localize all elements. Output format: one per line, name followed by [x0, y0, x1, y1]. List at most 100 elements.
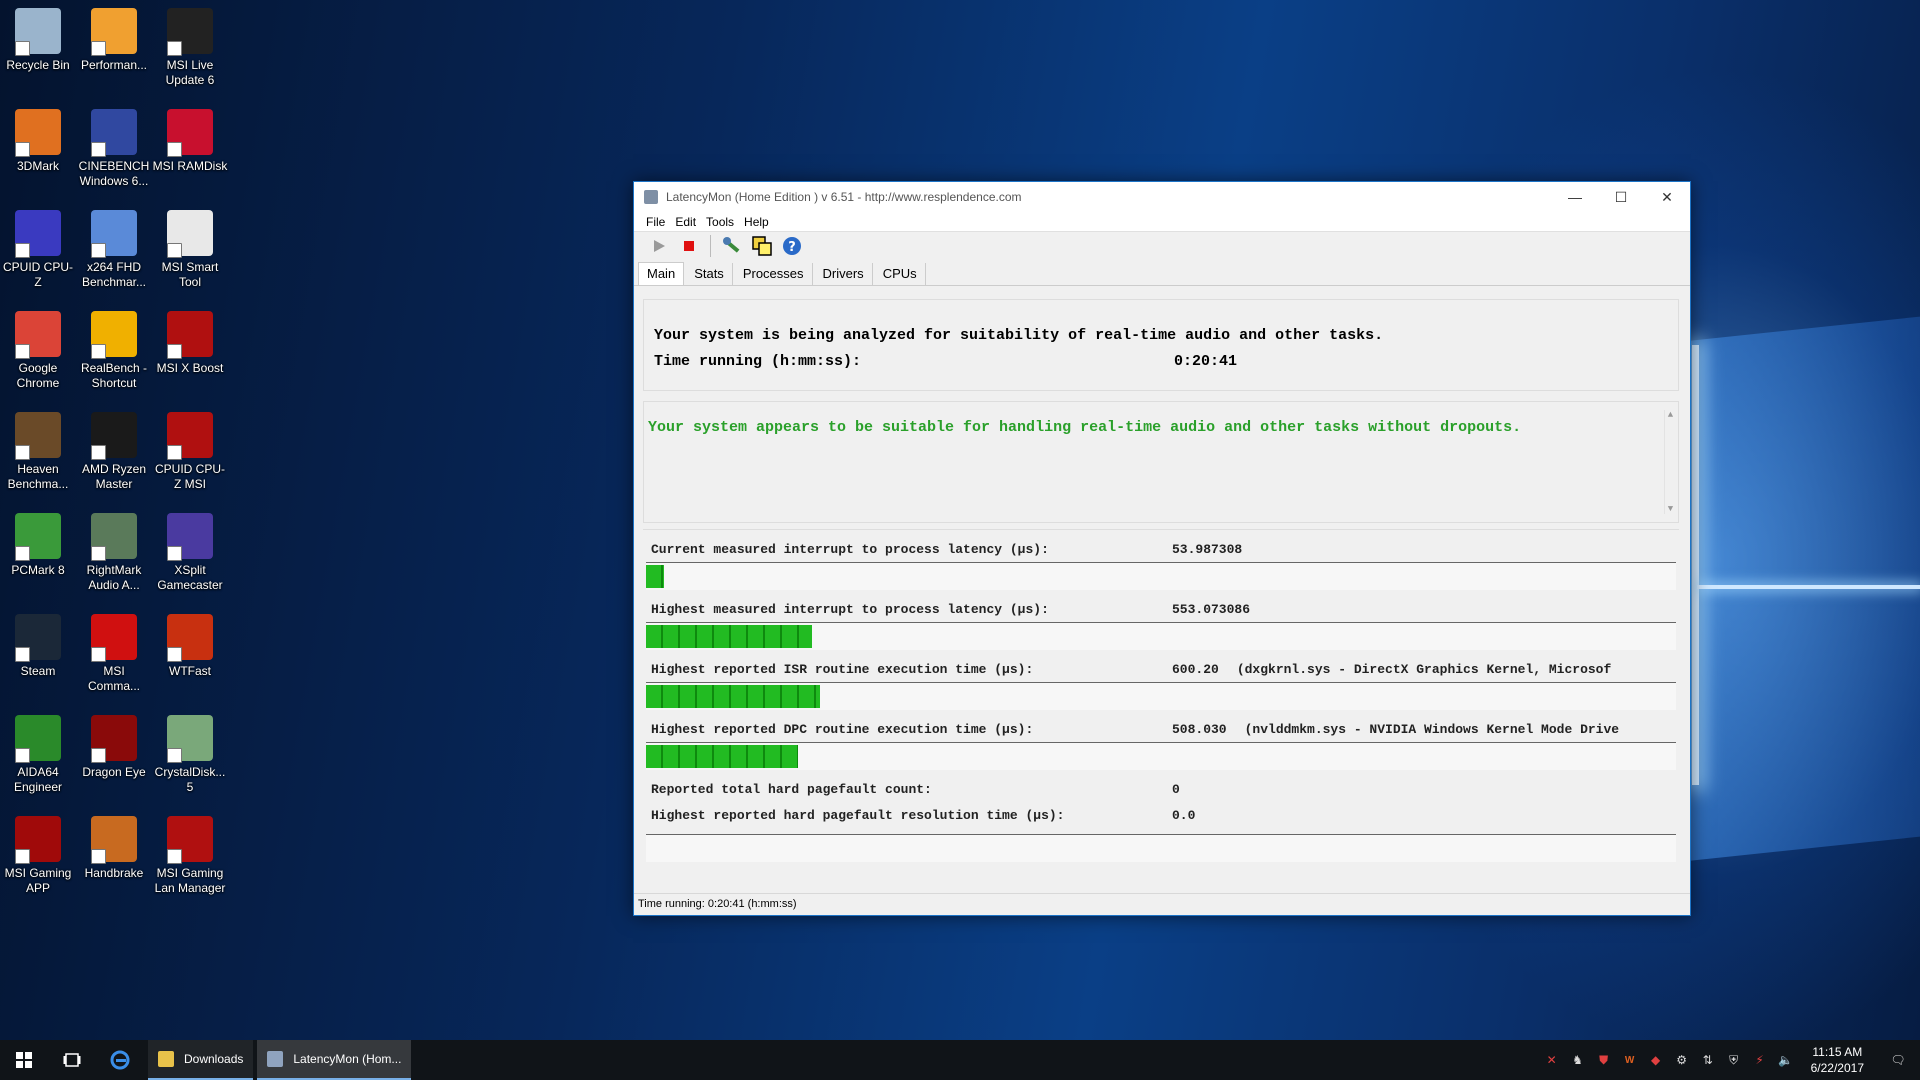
start-button[interactable] — [0, 1040, 48, 1080]
desktop-icon[interactable]: CPUID CPU-Z MSI — [152, 408, 228, 492]
metric-row: Highest measured interrupt to process la… — [643, 596, 1679, 622]
tray-security-icon[interactable]: ⛨ — [1723, 1049, 1745, 1071]
app-shortcut-icon — [167, 715, 213, 763]
menu-edit[interactable]: Edit — [675, 215, 696, 229]
metric-label: Highest measured interrupt to process la… — [651, 601, 1049, 617]
desktop-icon-label: CrystalDisk... 5 — [154, 765, 226, 794]
app-shortcut-icon — [91, 614, 137, 662]
desktop-icon[interactable]: MSI Gaming Lan Manager — [152, 812, 228, 896]
metric-driver: (nvlddmkm.sys - NVIDIA Windows Kernel Mo… — [1244, 721, 1620, 737]
taskbar-item-downloads[interactable]: Downloads — [148, 1040, 254, 1080]
tray-xsplit-icon[interactable]: ✕ — [1541, 1049, 1563, 1071]
scroll-up-icon[interactable]: ▲ — [1665, 410, 1676, 420]
app-shortcut-icon — [167, 816, 213, 864]
close-button[interactable]: ✕ — [1644, 182, 1690, 212]
desktop-icon[interactable]: AIDA64 Engineer — [0, 711, 76, 795]
desktop-icon[interactable]: MSI Live Update 6 — [152, 4, 228, 88]
metric-bar-fill — [646, 565, 664, 588]
app-shortcut-icon — [91, 109, 137, 157]
app-shortcut-icon — [167, 311, 213, 359]
app-shortcut-icon — [167, 210, 213, 258]
desktop-icon[interactable]: RealBench - Shortcut — [76, 307, 152, 391]
desktop-icon[interactable]: CINEBENCH Windows 6... — [76, 105, 152, 189]
desktop-icon[interactable]: x264 FHD Benchmar... — [76, 206, 152, 290]
desktop-icon[interactable]: Recycle Bin — [0, 4, 76, 73]
desktop-icon[interactable]: CPUID CPU-Z — [0, 206, 76, 290]
tray-shield-icon[interactable]: ⛊ — [1593, 1049, 1615, 1071]
taskbar-item-latencymon[interactable]: LatencyMon (Hom... — [257, 1040, 412, 1080]
verdict-panel: Your system appears to be suitable for h… — [643, 401, 1679, 523]
tab-processes[interactable]: Processes — [735, 263, 813, 285]
desktop-icon[interactable]: Handbrake — [76, 812, 152, 881]
desktop-icon[interactable]: MSI Comma... — [76, 610, 152, 694]
taskbar-item-label: Downloads — [184, 1052, 244, 1066]
task-view-button[interactable] — [48, 1040, 96, 1080]
desktop-icon-label: Heaven Benchma... — [7, 462, 69, 491]
edge-button[interactable] — [96, 1040, 144, 1080]
desktop-icon-label: WTFast — [169, 664, 211, 678]
settings-button[interactable] — [721, 235, 743, 257]
desktop-icon[interactable]: XSplit Gamecaster — [152, 509, 228, 593]
tray-network-icon[interactable]: ⇅ — [1697, 1049, 1719, 1071]
desktop-icon[interactable]: PCMark 8 — [0, 509, 76, 578]
tray-wtfast-icon[interactable]: W — [1619, 1049, 1641, 1071]
desktop-icon[interactable]: MSI X Boost — [152, 307, 228, 376]
verdict-scrollbar[interactable]: ▲ ▼ — [1664, 410, 1676, 514]
start-monitoring-button[interactable] — [648, 235, 670, 257]
menu-file[interactable]: File — [646, 215, 665, 229]
stop-monitoring-button[interactable] — [678, 235, 700, 257]
desktop-icon[interactable]: MSI RAMDisk — [152, 105, 228, 174]
tray-power-icon[interactable]: ⚡ — [1749, 1049, 1771, 1071]
metric-value: 600.20 — [1172, 661, 1219, 677]
menu-tools[interactable]: Tools — [706, 215, 734, 229]
latencymon-icon — [267, 1051, 284, 1067]
metric-bar — [646, 562, 1676, 590]
title-bar[interactable]: LatencyMon (Home Edition ) v 6.51 - http… — [634, 182, 1690, 212]
desktop-icon[interactable]: 3DMark — [0, 105, 76, 174]
menu-help[interactable]: Help — [744, 215, 769, 229]
tab-main[interactable]: Main — [638, 262, 685, 285]
clock[interactable]: 11:15 AM 6/22/2017 — [1799, 1044, 1876, 1076]
verdict-text: Your system appears to be suitable for h… — [648, 419, 1522, 436]
desktop-icon[interactable]: Google Chrome — [0, 307, 76, 391]
desktop-icon[interactable]: Performan... — [76, 4, 152, 73]
scroll-down-icon[interactable]: ▼ — [1665, 504, 1676, 514]
desktop-icon[interactable]: RightMark Audio A... — [76, 509, 152, 593]
desktop-icon-label: CPUID CPU-Z MSI — [154, 462, 225, 491]
desktop-icon-label: Handbrake — [84, 866, 144, 880]
tray-steam-icon[interactable]: ⚙ — [1671, 1049, 1693, 1071]
desktop-icon[interactable]: AMD Ryzen Master — [76, 408, 152, 492]
desktop-icon-label: XSplit Gamecaster — [157, 563, 223, 592]
desktop-icon[interactable]: WTFast — [152, 610, 228, 679]
desktop-icon[interactable]: Heaven Benchma... — [0, 408, 76, 492]
desktop-icon[interactable]: MSI Gaming APP — [0, 812, 76, 896]
tab-drivers[interactable]: Drivers — [815, 263, 873, 285]
windows-button[interactable] — [751, 235, 773, 257]
window-title: LatencyMon (Home Edition ) v 6.51 - http… — [666, 190, 1022, 204]
app-shortcut-icon — [167, 412, 213, 460]
wallpaper-edge — [1697, 585, 1920, 589]
desktop-icon-label: CPUID CPU-Z — [2, 260, 73, 289]
tray-volume-icon[interactable]: 🔈 — [1775, 1049, 1797, 1071]
tray-msi-icon[interactable]: ♞ — [1567, 1049, 1589, 1071]
tab-cpus[interactable]: CPUs — [875, 263, 926, 285]
analyzing-text: Your system is being analyzed for suitab… — [654, 326, 1384, 344]
desktop-icon[interactable]: Steam — [0, 610, 76, 679]
desktop-icon-label: AIDA64 Engineer — [13, 765, 63, 794]
maximize-button[interactable]: ☐ — [1598, 182, 1644, 212]
metric-value: 53.987308 — [1172, 541, 1243, 557]
tray-dragon-icon[interactable]: ◆ — [1645, 1049, 1667, 1071]
minimize-button[interactable]: — — [1552, 182, 1598, 212]
metric-value: 508.030 — [1172, 721, 1227, 737]
desktop-icon[interactable]: MSI Smart Tool — [152, 206, 228, 290]
desktop-icon[interactable]: CrystalDisk... 5 — [152, 711, 228, 795]
desktop-icon[interactable]: Dragon Eye — [76, 711, 152, 780]
tab-stats[interactable]: Stats — [686, 263, 733, 285]
help-button[interactable]: ? — [781, 235, 803, 257]
analysis-panel: Your system is being analyzed for suitab… — [643, 299, 1679, 391]
desktop-icon-label: MSI Comma... — [87, 664, 140, 693]
pagefault-time-row: Highest reported hard pagefault resoluti… — [643, 802, 1679, 828]
pagefault-time-value: 0.0 — [1172, 807, 1196, 823]
action-center-icon[interactable]: 🗨 — [1878, 1049, 1918, 1071]
app-shortcut-icon — [15, 109, 61, 157]
